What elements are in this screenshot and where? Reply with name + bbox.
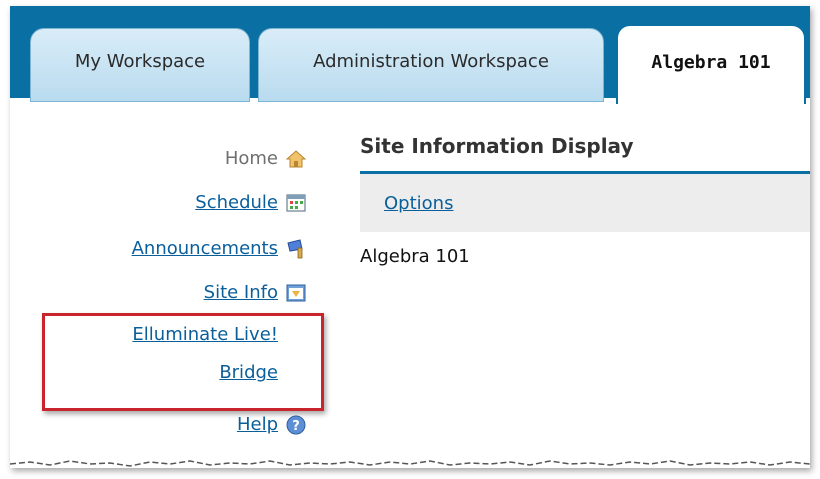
home-icon bbox=[286, 150, 306, 168]
nav-schedule[interactable]: Schedule bbox=[195, 192, 278, 213]
site-name-text: Algebra 101 bbox=[360, 246, 470, 267]
tab-administration-workspace[interactable]: Administration Workspace bbox=[258, 28, 604, 102]
tab-label: My Workspace bbox=[74, 51, 206, 72]
nav-site-info[interactable]: Site Info bbox=[204, 282, 278, 303]
nav-home[interactable]: Home bbox=[225, 148, 278, 169]
tab-algebra-101[interactable]: Algebra 101 bbox=[616, 24, 806, 104]
svg-text:?: ? bbox=[292, 419, 300, 434]
options-link[interactable]: Options bbox=[384, 193, 453, 214]
nav-announcements[interactable]: Announcements bbox=[132, 238, 278, 259]
panel-title: Site Information Display bbox=[360, 134, 634, 158]
help-icon: ? bbox=[286, 415, 306, 435]
nav-elluminate-live-line2[interactable]: Bridge bbox=[219, 362, 278, 383]
site-info-icon bbox=[286, 284, 306, 302]
tab-label: Algebra 101 bbox=[651, 52, 771, 73]
tab-label: Administration Workspace bbox=[313, 51, 549, 72]
megaphone-icon bbox=[287, 239, 303, 259]
nav-help[interactable]: Help bbox=[237, 414, 278, 435]
screenshot-frame: My Workspace Administration Workspace Al… bbox=[10, 6, 810, 468]
tab-my-workspace[interactable]: My Workspace bbox=[30, 28, 250, 102]
calendar-icon bbox=[286, 194, 306, 212]
nav-elluminate-live-line1[interactable]: Elluminate Live! bbox=[132, 324, 278, 345]
torn-edge bbox=[10, 460, 810, 468]
